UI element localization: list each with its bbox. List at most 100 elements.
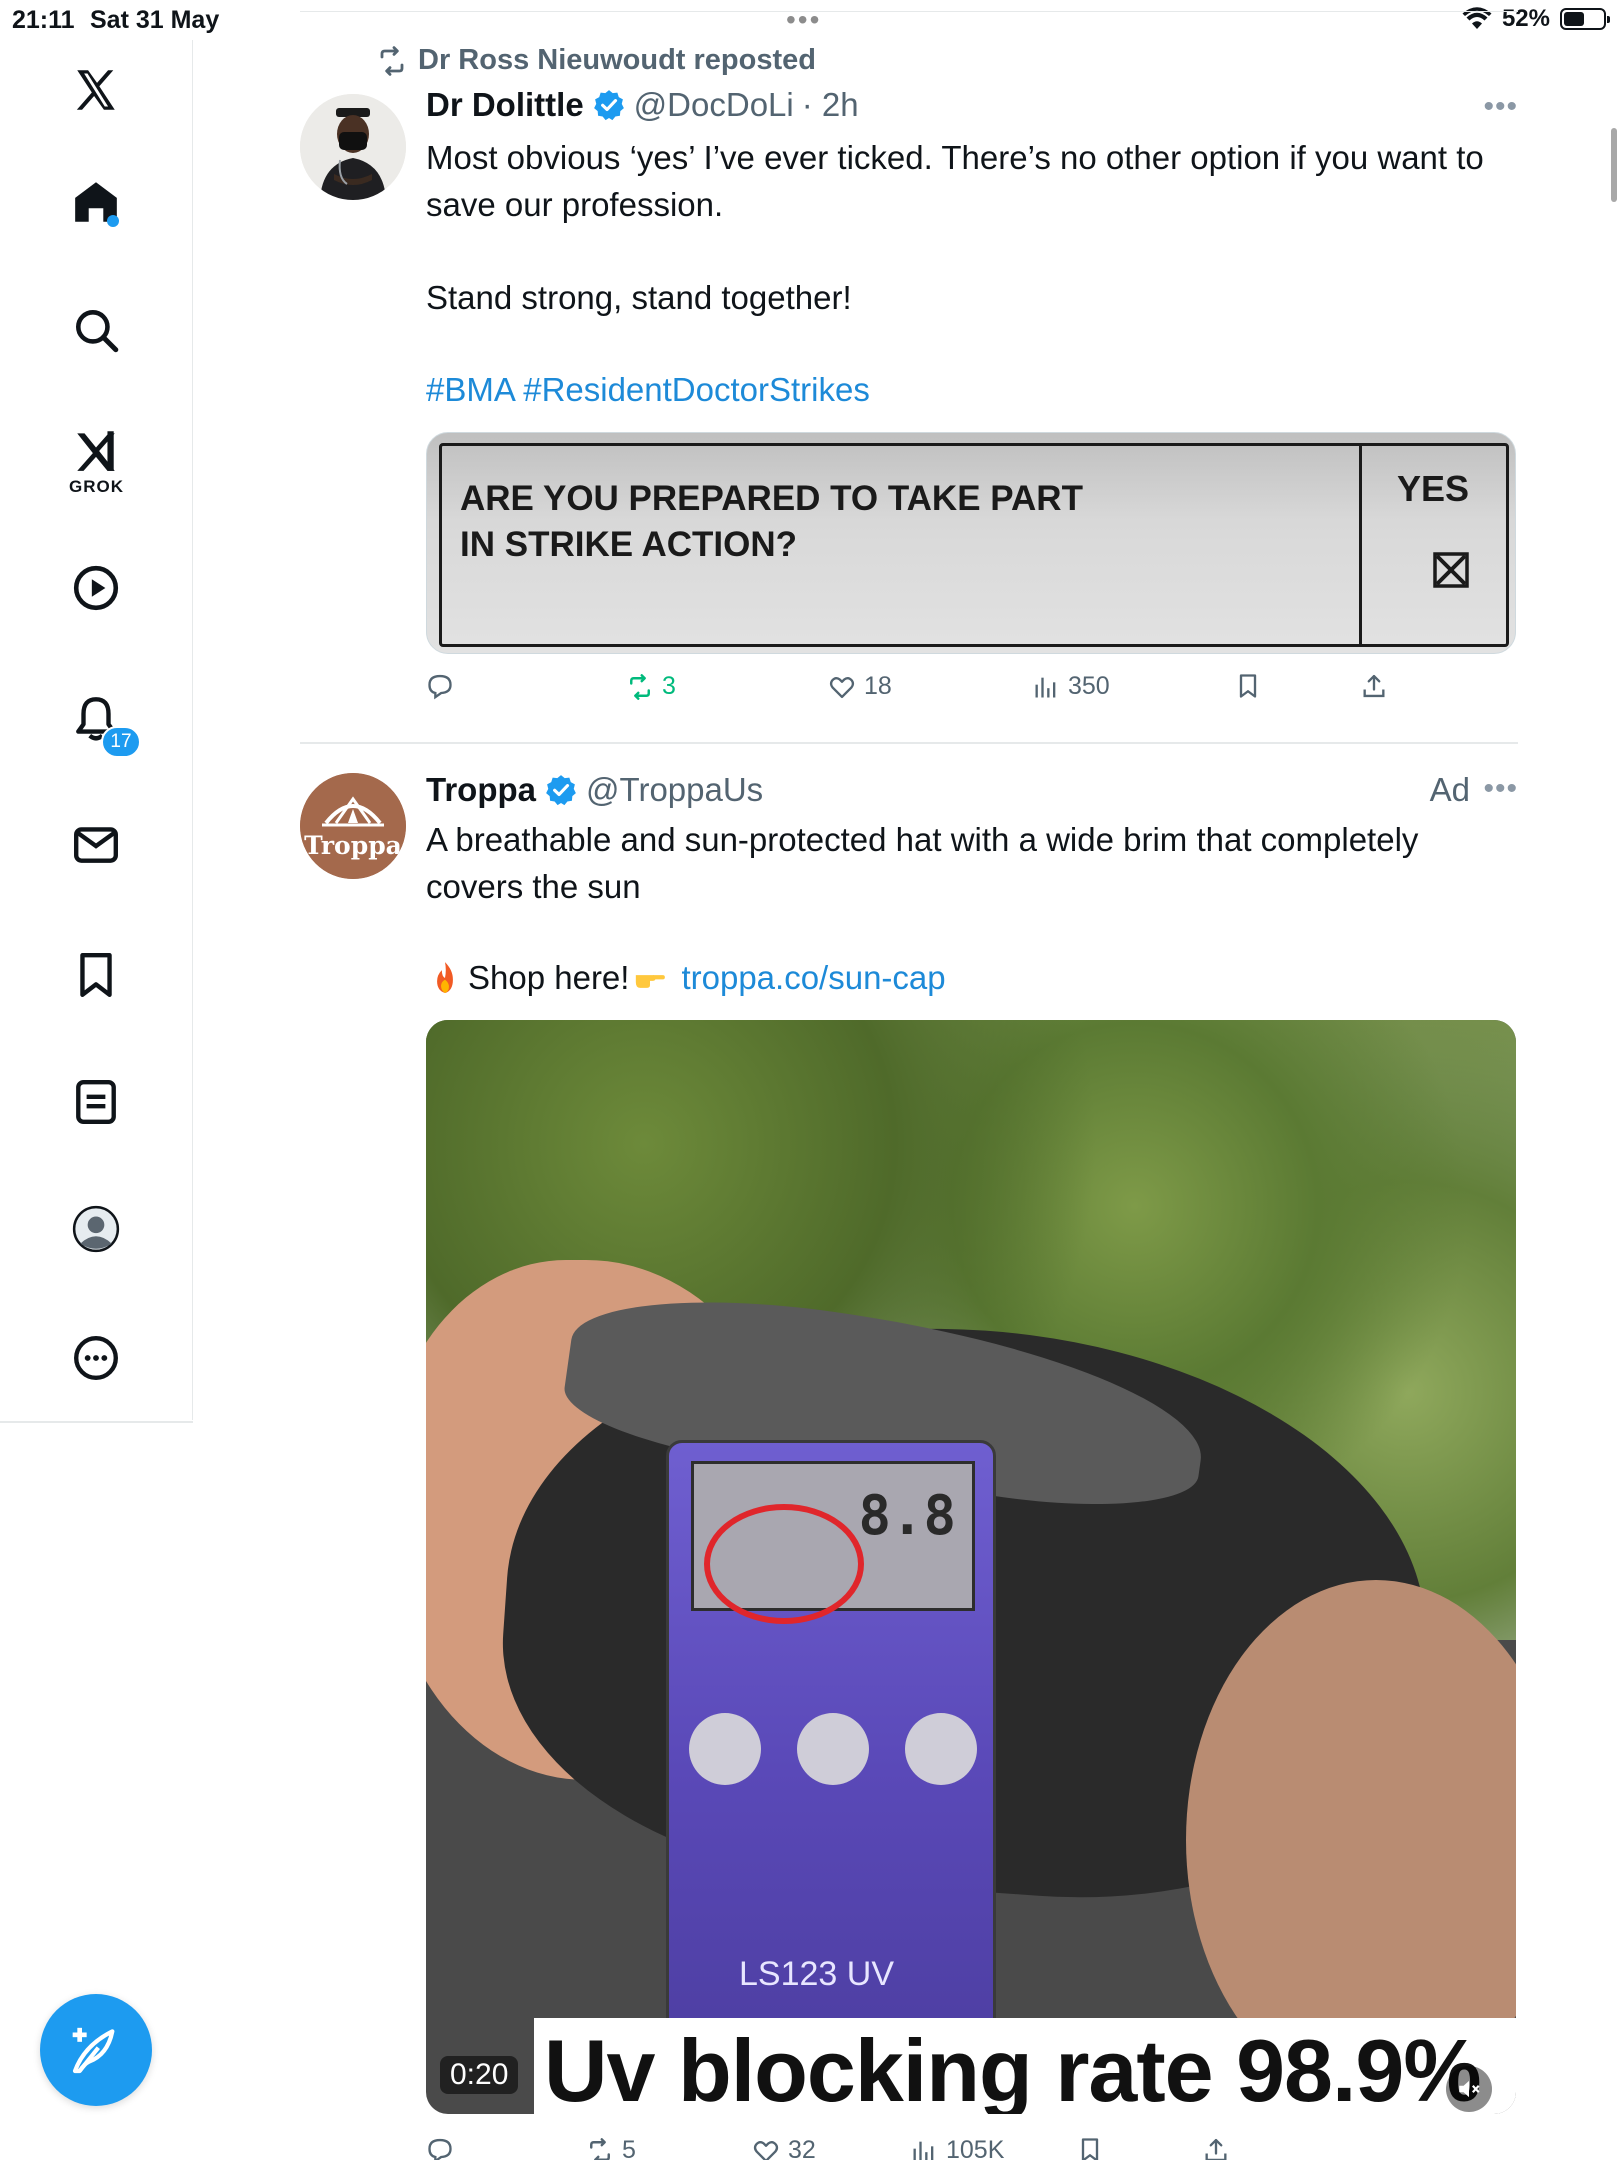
checked-box-icon xyxy=(1433,552,1469,588)
like-button[interactable]: 32 xyxy=(752,2136,816,2160)
like-button[interactable]: 18 xyxy=(828,672,892,701)
repost-label: Dr Ross Nieuwoudt reposted xyxy=(418,44,816,76)
mute-icon xyxy=(1459,2080,1480,2098)
uv-meter-digits: 8.8 xyxy=(858,1484,956,1547)
tweet-header: Dr Dolittle @DocDoLi · 2h xyxy=(426,86,859,124)
repost-button[interactable]: 3 xyxy=(626,672,676,701)
uv-meter-button xyxy=(689,1713,761,1785)
uv-meter-screen: 8.8 xyxy=(691,1461,975,1624)
search-icon[interactable] xyxy=(66,300,126,360)
pointing-hand-emoji-icon xyxy=(636,974,666,988)
video-caption-box: Uv blocking rate 98.9% xyxy=(534,2018,1516,2114)
tweet-image[interactable]: ARE YOU PREPARED TO TAKE PART IN STRIKE … xyxy=(426,432,1516,654)
tweet-actions: 3 18 350 xyxy=(426,672,1426,712)
views-count: 105K xyxy=(946,2136,1005,2160)
author-handle[interactable]: @TroppaUs xyxy=(586,771,763,809)
video-icon[interactable] xyxy=(66,558,126,618)
heart-icon xyxy=(753,2140,779,2160)
red-circle-annotation xyxy=(704,1504,864,1624)
author-name[interactable]: Troppa xyxy=(426,771,536,809)
ballot-divider xyxy=(1359,446,1362,644)
timeline-feed: Dr Ross Nieuwoudt reposted Dr Dolittle @… xyxy=(300,0,1518,2160)
tweet-text-line2: Stand strong, stand together! xyxy=(426,279,852,316)
reply-button[interactable] xyxy=(426,672,462,700)
ballot-answer: YES xyxy=(1397,468,1470,509)
tweet-actions: 5 32 105K xyxy=(426,2136,1426,2160)
repost-icon xyxy=(630,673,650,700)
ad-video[interactable]: 8.8 LS123 UV Uv blocking rate 98.9% 0:20 xyxy=(426,1020,1516,2114)
sidebar-divider xyxy=(0,1421,193,1423)
tweet-text-line1: A breathable and sun-protected hat with … xyxy=(426,821,1419,905)
video-uv-meter: 8.8 LS123 UV xyxy=(666,1440,996,2040)
grok-icon[interactable] xyxy=(66,420,126,480)
views-count: 350 xyxy=(1068,672,1110,700)
profile-icon[interactable] xyxy=(66,1199,126,1259)
x-logo-icon[interactable] xyxy=(66,60,126,120)
like-count: 32 xyxy=(788,2136,816,2160)
video-caption: Uv blocking rate 98.9% xyxy=(544,2021,1482,2114)
reply-icon xyxy=(428,674,452,700)
repost-icon xyxy=(590,2137,610,2160)
share-icon xyxy=(1205,2138,1227,2160)
notifications-badge: 17 xyxy=(101,726,141,758)
tweet-shop-line: Shop here! troppa.co/sun-cap xyxy=(426,954,1516,1001)
lists-icon[interactable] xyxy=(66,1072,126,1132)
views-button[interactable]: 350 xyxy=(1032,672,1110,701)
ballot-question-line1: ARE YOU PREPARED TO TAKE PART xyxy=(460,479,1083,518)
tweet-divider xyxy=(300,742,1518,744)
share-button[interactable] xyxy=(1360,672,1388,700)
battery-fill xyxy=(1564,12,1584,26)
repost-context[interactable]: Dr Ross Nieuwoudt reposted xyxy=(376,44,816,77)
repost-button[interactable]: 5 xyxy=(586,2136,636,2160)
tweet-time[interactable]: · 2h xyxy=(802,86,859,124)
more-options-icon[interactable]: ••• xyxy=(1483,90,1518,124)
status-date: Sat 31 May xyxy=(90,6,220,34)
repost-count: 5 xyxy=(622,2136,636,2160)
compose-button[interactable] xyxy=(40,1994,152,2106)
share-button[interactable] xyxy=(1202,2136,1230,2160)
bookmark-icon xyxy=(1239,674,1257,698)
author-name[interactable]: Dr Dolittle xyxy=(426,86,584,124)
doctor-avatar-image xyxy=(300,94,406,200)
status-time: 21:11 xyxy=(12,6,75,34)
tweet-header: Troppa @TroppaUs xyxy=(426,771,763,809)
sidebar: GROK 17 xyxy=(0,40,193,1420)
home-unread-dot xyxy=(107,215,119,227)
ad-label: Ad xyxy=(1429,771,1470,808)
bookmarks-icon[interactable] xyxy=(66,945,126,1005)
tweet-hashtags[interactable]: #BMA #ResidentDoctorStrikes xyxy=(426,366,1516,413)
mute-button[interactable] xyxy=(1446,2066,1492,2112)
compose-icon xyxy=(72,2027,115,2074)
more-options-icon[interactable]: ••• xyxy=(1483,772,1518,806)
reply-button[interactable] xyxy=(426,2136,462,2160)
author-handle[interactable]: @DocDoLi xyxy=(634,86,794,124)
shop-link[interactable]: troppa.co/sun-cap xyxy=(681,954,945,1001)
ballot-question: ARE YOU PREPARED TO TAKE PART IN STRIKE … xyxy=(460,476,1083,568)
uv-meter-model: LS123 UV xyxy=(739,1955,894,1993)
avatar-brand-text: Troppa xyxy=(304,831,402,860)
more-icon[interactable] xyxy=(66,1328,126,1388)
messages-icon[interactable] xyxy=(66,815,126,875)
bookmark-button[interactable] xyxy=(1234,672,1262,700)
views-chart-icon xyxy=(913,2141,934,2160)
tweet-text-line1: Most obvious ‘yes’ I’ve ever ticked. The… xyxy=(426,139,1484,223)
battery-icon xyxy=(1560,8,1610,30)
verified-badge-icon[interactable] xyxy=(544,773,578,807)
bookmark-button[interactable] xyxy=(1076,2136,1104,2160)
avatar[interactable] xyxy=(300,94,406,200)
ballot-card: ARE YOU PREPARED TO TAKE PART IN STRIKE … xyxy=(439,443,1509,647)
views-chart-icon xyxy=(1035,677,1056,697)
reply-icon xyxy=(428,2138,452,2160)
troppa-logo-icon xyxy=(300,773,406,879)
uv-meter-button xyxy=(797,1713,869,1785)
bookmark-icon xyxy=(1081,2138,1099,2160)
repost-count: 3 xyxy=(662,672,676,700)
uv-meter-button xyxy=(905,1713,977,1785)
verified-badge-icon[interactable] xyxy=(592,88,626,122)
repost-icon xyxy=(380,45,404,76)
views-button[interactable]: 105K xyxy=(910,2136,1004,2160)
video-duration: 0:20 xyxy=(440,2056,519,2094)
scrollbar[interactable] xyxy=(1611,128,1617,202)
share-icon xyxy=(1363,674,1385,698)
advertiser-avatar[interactable]: Troppa xyxy=(300,773,406,879)
